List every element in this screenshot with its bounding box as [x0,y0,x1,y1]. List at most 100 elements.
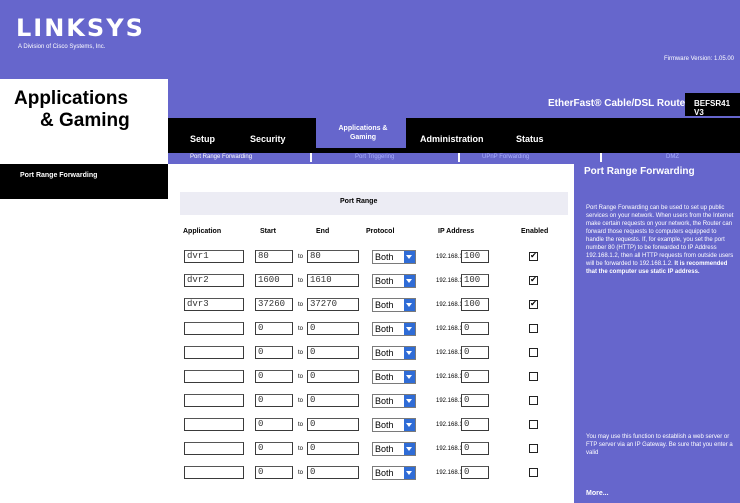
start-port-input[interactable]: 0 [255,370,293,383]
logo-tagline: A Division of Cisco Systems, Inc. [18,44,106,50]
application-name-input[interactable] [184,418,244,431]
ip-last-octet-input[interactable]: 100 [461,274,489,287]
chevron-down-icon [404,443,415,455]
application-name-input[interactable] [184,346,244,359]
end-port-input[interactable]: 0 [307,346,359,359]
enabled-checkbox[interactable]: ✔ [529,300,538,309]
subtab-port-triggering[interactable]: Port Triggering [355,154,394,160]
enabled-checkbox[interactable] [529,444,538,453]
to-label: to [298,470,304,476]
application-name-input[interactable] [184,322,244,335]
chevron-down-icon [404,323,415,335]
chevron-down-icon [404,419,415,431]
start-port-input[interactable]: 0 [255,442,293,455]
ip-last-octet-input[interactable]: 0 [461,394,489,407]
start-port-input[interactable]: 0 [255,394,293,407]
tab-status[interactable]: Status [516,134,544,144]
application-name-input[interactable]: dvr2 [184,274,244,287]
to-label: to [298,398,304,404]
start-port-input[interactable]: 0 [255,466,293,479]
page-title: Applications [14,88,129,109]
protocol-select[interactable]: Both [372,274,416,288]
protocol-value: Both [375,444,394,454]
chevron-down-icon [404,395,415,407]
protocol-value: Both [375,372,394,382]
end-port-input[interactable]: 80 [307,250,359,263]
tab-administration[interactable]: Administration [420,134,484,144]
application-name-input[interactable]: dvr1 [184,250,244,263]
end-port-input[interactable]: 0 [307,466,359,479]
enabled-checkbox[interactable] [529,324,538,333]
end-port-input[interactable]: 0 [307,394,359,407]
protocol-select[interactable]: Both [372,442,416,456]
enabled-checkbox[interactable] [529,372,538,381]
ip-last-octet-input[interactable]: 100 [461,298,489,311]
end-port-input[interactable]: 0 [307,322,359,335]
sidebar-section-label: Port Range Forwarding [20,172,98,179]
ip-last-octet-input[interactable]: 0 [461,466,489,479]
tab-setup[interactable]: Setup [190,134,215,144]
to-label: to [298,350,304,356]
chevron-down-icon [404,275,415,287]
protocol-select[interactable]: Both [372,250,416,264]
application-name-input[interactable] [184,442,244,455]
start-port-input[interactable]: 80 [255,250,293,263]
chevron-down-icon [404,299,415,311]
sidebar-header [0,164,168,199]
end-port-input[interactable]: 0 [307,442,359,455]
start-port-input[interactable]: 0 [255,418,293,431]
protocol-select[interactable]: Both [372,394,416,408]
application-name-input[interactable] [184,466,244,479]
to-label: to [298,422,304,428]
enabled-checkbox[interactable] [529,348,538,357]
protocol-value: Both [375,396,394,406]
ip-last-octet-input[interactable]: 100 [461,250,489,263]
subtab-upnp-forwarding[interactable]: UPnP Forwarding [482,154,529,160]
end-port-input[interactable]: 1610 [307,274,359,287]
protocol-select[interactable]: Both [372,466,416,480]
to-label: to [298,446,304,452]
protocol-select[interactable]: Both [372,298,416,312]
ip-last-octet-input[interactable]: 0 [461,346,489,359]
subtab-port-range-forwarding[interactable]: Port Range Forwarding [190,154,252,160]
protocol-value: Both [375,276,394,286]
enabled-checkbox[interactable]: ✔ [529,252,538,261]
start-port-input[interactable]: 0 [255,346,293,359]
application-name-input[interactable] [184,370,244,383]
tab-applications-gaming[interactable]: Applications & Gaming [328,124,398,142]
end-port-input[interactable]: 37270 [307,298,359,311]
check-icon: ✔ [530,251,537,260]
subnav-divider [310,153,312,162]
help-text: Port Range Forwarding can be used to set… [586,204,736,276]
start-port-input[interactable]: 0 [255,322,293,335]
protocol-select[interactable]: Both [372,346,416,360]
ip-last-octet-input[interactable]: 0 [461,322,489,335]
help-more-link[interactable]: More... [586,490,609,497]
enabled-checkbox[interactable] [529,420,538,429]
product-name: EtherFast® Cable/DSL Router [548,98,690,109]
page-title-line2: & Gaming [40,110,130,131]
end-port-input[interactable]: 0 [307,418,359,431]
enabled-checkbox[interactable] [529,468,538,477]
end-port-input[interactable]: 0 [307,370,359,383]
application-name-input[interactable]: dvr3 [184,298,244,311]
application-name-input[interactable] [184,394,244,407]
enabled-checkbox[interactable]: ✔ [529,276,538,285]
protocol-select[interactable]: Both [372,418,416,432]
ip-last-octet-input[interactable]: 0 [461,370,489,383]
ip-last-octet-input[interactable]: 0 [461,442,489,455]
start-port-input[interactable]: 1600 [255,274,293,287]
enabled-checkbox[interactable] [529,396,538,405]
subnav-divider [600,153,602,162]
to-label: to [298,302,304,308]
protocol-value: Both [375,252,394,262]
to-label: to [298,326,304,332]
subnav-divider [458,153,460,162]
protocol-select[interactable]: Both [372,370,416,384]
col-header-ip-address: IP Address [438,228,475,235]
tab-security[interactable]: Security [250,134,286,144]
subtab-dmz[interactable]: DMZ [666,154,679,160]
protocol-select[interactable]: Both [372,322,416,336]
ip-last-octet-input[interactable]: 0 [461,418,489,431]
start-port-input[interactable]: 37260 [255,298,293,311]
